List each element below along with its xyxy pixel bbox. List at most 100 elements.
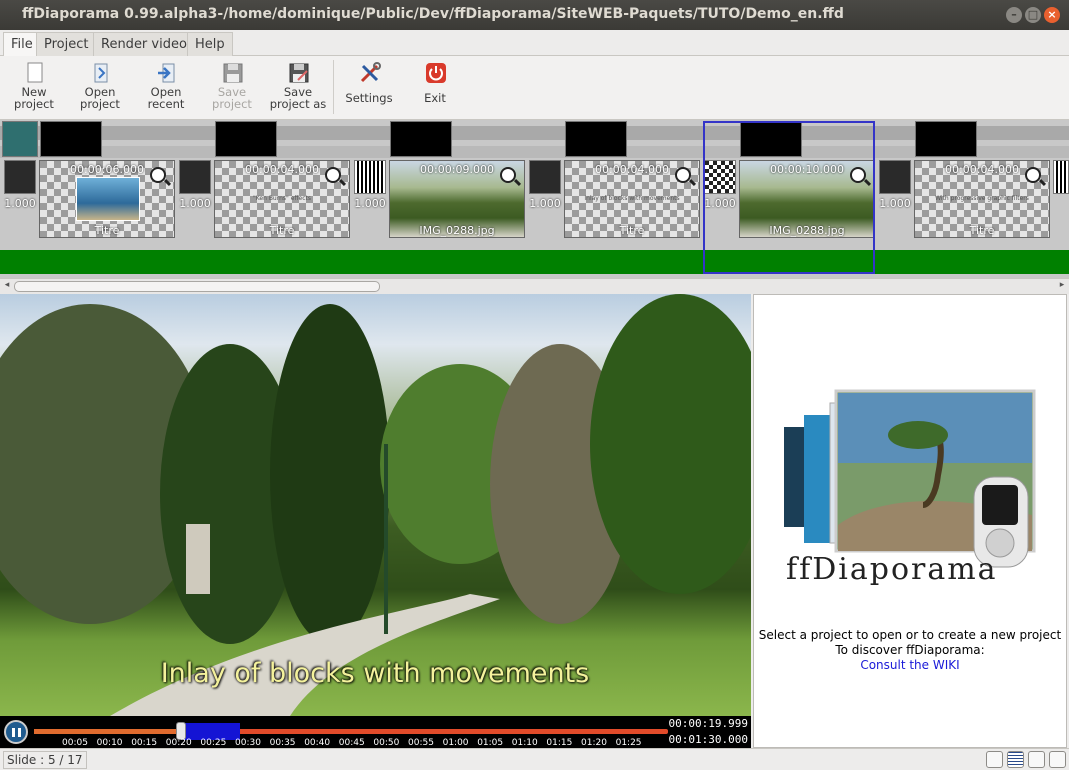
- slide-caption: "Ken Burns" effects: [253, 195, 311, 202]
- transition-icon[interactable]: [354, 160, 386, 194]
- slide-background-thumb[interactable]: [40, 121, 102, 157]
- slide-image: [76, 177, 140, 221]
- slide-name: Titre: [969, 224, 995, 237]
- transition-icon[interactable]: [179, 160, 211, 194]
- slide-caption: Inlay of blocks with movements: [584, 195, 680, 202]
- welcome-line-2: To discover ffDiaporama:: [835, 643, 985, 657]
- tools-icon: [360, 62, 381, 83]
- tab-project[interactable]: Project: [36, 32, 97, 56]
- time-tick: 01:00: [442, 738, 469, 748]
- open-recent-button[interactable]: Open recent: [135, 60, 197, 116]
- timeline-scrollbar[interactable]: ◂ ▸: [0, 278, 1069, 294]
- time-tick: 01:15: [546, 738, 573, 748]
- save-as-icon: [289, 63, 309, 83]
- project-thumbnail[interactable]: [2, 121, 38, 157]
- slide-thumbnail[interactable]: 00:00:04.000 With progressive graphic fi…: [914, 160, 1050, 238]
- wiki-link[interactable]: Consult the WIKI: [754, 658, 1066, 672]
- transition-duration: 1.000: [529, 197, 561, 210]
- exit-button[interactable]: Exit: [404, 60, 466, 116]
- exit-label: Exit: [424, 91, 446, 105]
- pause-button[interactable]: [4, 720, 28, 744]
- scroll-right-icon[interactable]: ▸: [1056, 280, 1068, 292]
- slide-background-thumb[interactable]: [215, 121, 277, 157]
- tab-help[interactable]: Help: [187, 32, 233, 56]
- transition-duration: 1.000: [179, 197, 211, 210]
- open-project-button[interactable]: Open project: [69, 60, 131, 116]
- open-recent-label: Open recent: [147, 85, 185, 111]
- zoom-out-icon[interactable]: [1049, 751, 1066, 768]
- slide-name: Titre: [94, 224, 120, 237]
- transition-icon[interactable]: [1053, 160, 1069, 194]
- menu-tabs: File Project Render video Help: [0, 30, 1069, 57]
- power-icon: [426, 63, 446, 83]
- time-tick: 00:45: [338, 738, 365, 748]
- new-project-label: New project: [14, 85, 54, 111]
- current-time: 00:00:19.999: [668, 717, 748, 730]
- play-mode-icon[interactable]: [986, 751, 1003, 768]
- settings-label: Settings: [345, 91, 393, 105]
- time-tick: 01:25: [615, 738, 642, 748]
- transition-icon[interactable]: [879, 160, 911, 194]
- calendar-icon[interactable]: [1007, 751, 1024, 768]
- save-project-button[interactable]: Save project: [201, 60, 263, 116]
- magnifier-icon[interactable]: [325, 167, 341, 183]
- slide-thumbnail[interactable]: 00:00:09.000 IMG_0288.jpg: [389, 160, 525, 238]
- ffdiaporama-logo: ffDiaporama: [784, 389, 1036, 587]
- slide-background-thumb[interactable]: [390, 121, 452, 157]
- time-tick: 01:20: [581, 738, 607, 748]
- slide-name: Titre: [619, 224, 645, 237]
- minimize-icon[interactable]: –: [1006, 7, 1022, 23]
- slide-name: IMG_0288.jpg: [419, 224, 495, 237]
- transition-duration: 1.000: [354, 197, 386, 210]
- time-tick: 01:10: [511, 738, 538, 748]
- slide-background-thumb[interactable]: [915, 121, 977, 157]
- slide-thumbnail[interactable]: 00:00:04.000 "Ken Burns" effects Titre: [214, 160, 350, 238]
- magnifier-icon[interactable]: [675, 167, 691, 183]
- settings-button[interactable]: Settings: [338, 60, 400, 116]
- save-project-as-label: Save project as: [269, 85, 327, 111]
- slide-thumbnail[interactable]: 00:00:06.000 Titre: [39, 160, 175, 238]
- tab-render-video[interactable]: Render video: [93, 32, 195, 56]
- transition-icon[interactable]: [4, 160, 36, 194]
- timeline[interactable]: 1.000 1.000 1.000 1.000 1.000 1.000 00:0…: [0, 120, 1069, 278]
- status-bar: Slide : 5 / 17: [0, 748, 1069, 770]
- save-project-label: Save project: [212, 85, 252, 111]
- music-track[interactable]: [0, 250, 1069, 274]
- time-tick: 00:05: [62, 738, 88, 748]
- progress-track[interactable]: [34, 722, 668, 740]
- magnifier-icon[interactable]: [500, 167, 516, 183]
- welcome-line-1: Select a project to open or to create a …: [758, 628, 1062, 642]
- time-tick: 00:20: [165, 738, 192, 748]
- open-project-label: Open project: [80, 85, 120, 111]
- maximize-icon[interactable]: □: [1025, 7, 1041, 23]
- magnifier-icon[interactable]: [150, 167, 166, 183]
- preview-area: Inlay of blocks with movements: [0, 294, 751, 716]
- timeline-track-lower: [0, 146, 1069, 158]
- slide-thumbnail[interactable]: 00:00:04.000 Inlay of blocks with moveme…: [564, 160, 700, 238]
- scroll-thumb[interactable]: [14, 281, 380, 292]
- scroll-left-icon[interactable]: ◂: [1, 280, 13, 292]
- transition-icon[interactable]: [529, 160, 561, 194]
- selected-slide-frame: [703, 121, 875, 274]
- slide-counter: Slide : 5 / 17: [3, 751, 87, 769]
- new-document-icon: [27, 62, 43, 83]
- player-controls: 00:05 00:10 00:15 00:20 00:25 00:30 00:35 00:40…: [0, 716, 751, 748]
- slide-background-thumb[interactable]: [565, 121, 627, 157]
- new-project-button[interactable]: New project: [3, 60, 65, 116]
- preview-image: [0, 294, 751, 716]
- magnifier-icon[interactable]: [1025, 167, 1041, 183]
- toolbar: New project Open project Open recent Sav…: [0, 56, 1069, 120]
- time-tick: 01:05: [477, 738, 504, 748]
- time-tick: 00:10: [96, 738, 123, 748]
- save-project-as-button[interactable]: Save project as: [267, 60, 329, 116]
- timeline-track: [0, 126, 1069, 140]
- close-icon[interactable]: ×: [1044, 7, 1060, 23]
- zoom-in-icon[interactable]: [1028, 751, 1045, 768]
- slide-name: Titre: [269, 224, 295, 237]
- logo-text: ffDiaporama: [786, 552, 998, 587]
- open-folder-icon: [94, 63, 108, 83]
- time-tick: 00:40: [304, 738, 331, 748]
- time-ruler: 00:05 00:10 00:15 00:20 00:25 00:30 00:35 00:40…: [34, 738, 668, 748]
- preview-caption: Inlay of blocks with movements: [160, 658, 590, 689]
- time-tick: 00:25: [200, 738, 227, 748]
